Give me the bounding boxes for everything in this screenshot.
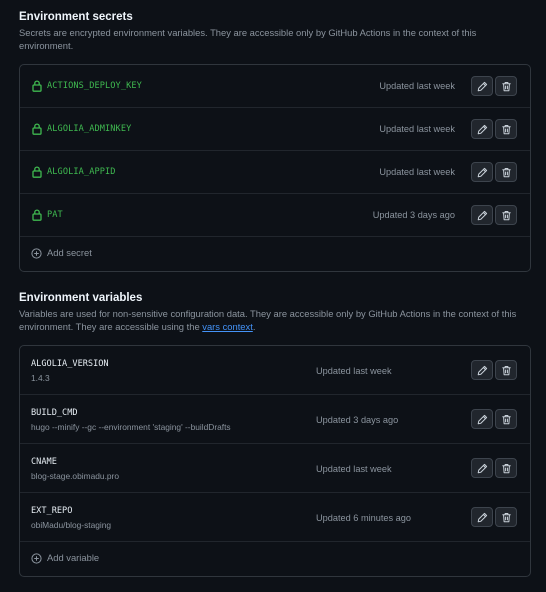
secret-updated: Updated last week — [379, 81, 455, 91]
secret-updated: Updated 3 days ago — [372, 210, 455, 220]
pencil-icon — [477, 210, 487, 220]
add-variable-label: Add variable — [47, 552, 100, 563]
variables-title: Environment variables — [19, 292, 143, 304]
secret-name: PAT — [47, 210, 63, 220]
pencil-icon — [477, 167, 487, 177]
pencil-icon — [477, 81, 487, 91]
variable-updated: Updated last week — [316, 366, 392, 376]
plus-circle-icon — [31, 248, 42, 259]
delete-secret-button[interactable] — [495, 162, 517, 182]
variable-updated: Updated last week — [316, 464, 392, 474]
variable-row: EXT_REPO obiMadu/blog-staging Updated 6 … — [20, 493, 530, 542]
edit-variable-button[interactable] — [471, 507, 493, 527]
trash-icon — [501, 81, 511, 91]
edit-secret-button[interactable] — [471, 162, 493, 182]
secrets-list: ACTIONS_DEPLOY_KEY Updated last week ALG… — [19, 64, 531, 272]
variable-value: hugo --minify --gc --environment 'stagin… — [31, 422, 231, 432]
variable-value: blog-stage.obimadu.pro — [31, 471, 119, 481]
secrets-header: Environment secrets Secrets are encrypte… — [19, 10, 531, 52]
variable-name: EXT_REPO — [31, 506, 73, 516]
edit-variable-button[interactable] — [471, 458, 493, 478]
add-secret-label: Add secret — [47, 247, 92, 258]
add-variable-button[interactable]: Add variable — [20, 542, 530, 576]
delete-variable-button[interactable] — [495, 458, 517, 478]
add-secret-button[interactable]: Add secret — [20, 237, 530, 271]
delete-secret-button[interactable] — [495, 119, 517, 139]
delete-variable-button[interactable] — [495, 409, 517, 429]
edit-secret-button[interactable] — [471, 205, 493, 225]
trash-icon — [501, 414, 511, 424]
variables-description-text: Variables are used for non-sensitive con… — [19, 308, 517, 332]
secrets-description: Secrets are encrypted environment variab… — [19, 27, 477, 51]
trash-icon — [501, 210, 511, 220]
secret-row: ALGOLIA_ADMINKEY Updated last week — [20, 108, 530, 151]
pencil-icon — [477, 463, 487, 473]
variable-updated: Updated 6 minutes ago — [316, 513, 412, 523]
lock-icon — [32, 80, 42, 92]
edit-secret-button[interactable] — [471, 76, 493, 96]
pencil-icon — [477, 414, 487, 424]
variable-updated: Updated 3 days ago — [316, 415, 399, 425]
variable-name: BUILD_CMD — [31, 408, 78, 418]
delete-variable-button[interactable] — [495, 360, 517, 380]
secret-row: PAT Updated 3 days ago — [20, 194, 530, 237]
secret-row: ALGOLIA_APPID Updated last week — [20, 151, 530, 194]
variable-name: ALGOLIA_VERSION — [31, 359, 109, 369]
trash-icon — [501, 124, 511, 134]
pencil-icon — [477, 365, 487, 375]
edit-variable-button[interactable] — [471, 409, 493, 429]
secret-row: ACTIONS_DEPLOY_KEY Updated last week — [20, 65, 530, 108]
trash-icon — [501, 512, 511, 522]
trash-icon — [501, 365, 511, 375]
delete-variable-button[interactable] — [495, 507, 517, 527]
pencil-icon — [477, 124, 487, 134]
variables-description-end: . — [252, 320, 256, 332]
trash-icon — [501, 167, 511, 177]
secret-name: ALGOLIA_APPID — [47, 167, 116, 177]
lock-icon — [32, 123, 42, 135]
secret-name: ACTIONS_DEPLOY_KEY — [47, 81, 142, 91]
secrets-title: Environment secrets — [19, 11, 133, 23]
lock-icon — [32, 209, 42, 221]
variables-description: Variables are used for non-sensitive con… — [19, 308, 529, 333]
edit-secret-button[interactable] — [471, 119, 493, 139]
variable-value: 1.4.3 — [31, 373, 50, 383]
pencil-icon — [477, 512, 487, 522]
variable-row: ALGOLIA_VERSION 1.4.3 Updated last week — [20, 346, 530, 395]
secret-updated: Updated last week — [379, 124, 455, 134]
plus-circle-icon — [31, 553, 42, 564]
trash-icon — [501, 463, 511, 473]
variable-value: obiMadu/blog-staging — [31, 520, 112, 530]
secret-updated: Updated last week — [379, 167, 455, 177]
variable-name: CNAME — [31, 457, 57, 467]
vars-context-link[interactable]: vars context — [202, 321, 253, 332]
edit-variable-button[interactable] — [471, 360, 493, 380]
delete-secret-button[interactable] — [495, 76, 517, 96]
variables-list: ALGOLIA_VERSION 1.4.3 Updated last week … — [19, 345, 531, 577]
lock-icon — [32, 166, 42, 178]
variable-row: CNAME blog-stage.obimadu.pro Updated las… — [20, 444, 530, 493]
variable-row: BUILD_CMD hugo --minify --gc --environme… — [20, 395, 530, 444]
delete-secret-button[interactable] — [495, 205, 517, 225]
variables-header: Environment variables Variables are used… — [19, 291, 531, 333]
secret-name: ALGOLIA_ADMINKEY — [47, 124, 132, 134]
